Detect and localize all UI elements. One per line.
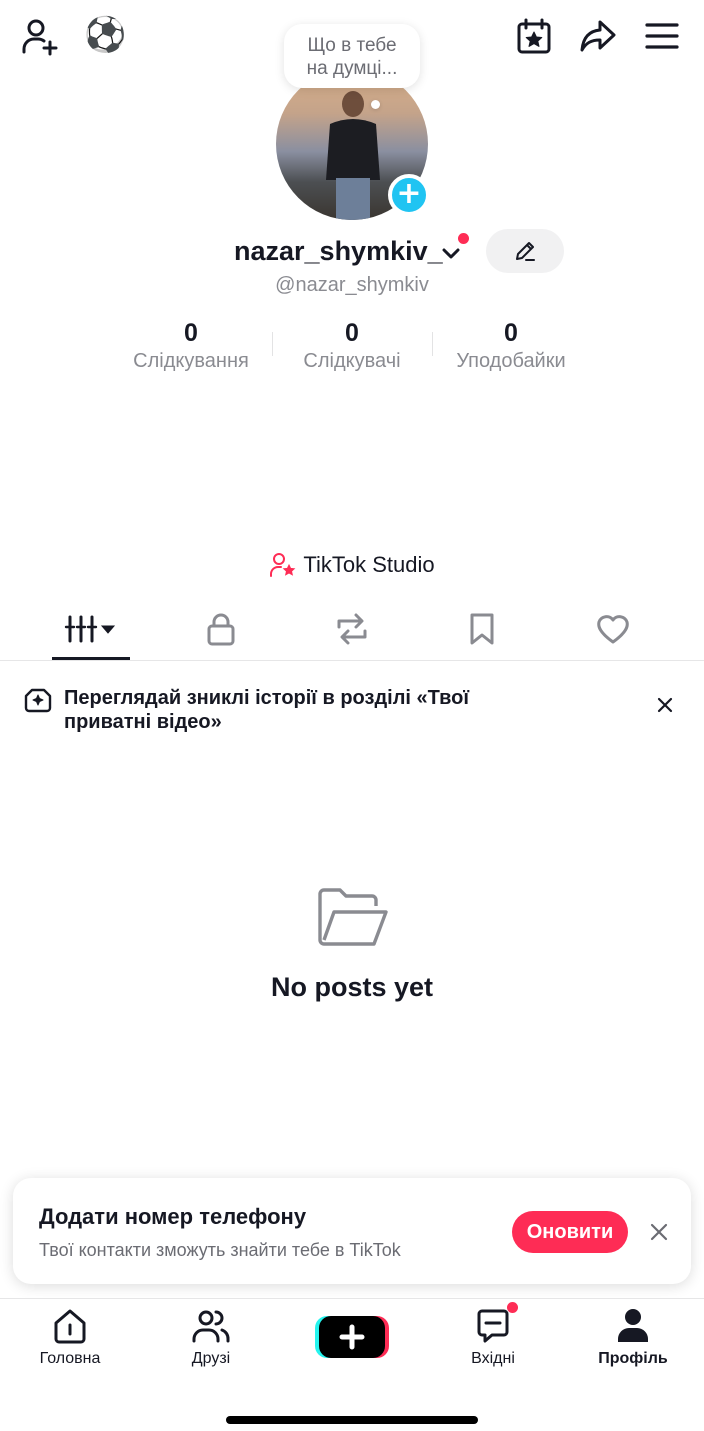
bookmark-icon	[470, 613, 494, 645]
add-phone-title: Додати номер телефону	[39, 1204, 307, 1229]
stat-likes-label: Уподобайки	[456, 350, 566, 372]
thought-bubble-line-1: Що в тебе	[307, 35, 397, 56]
close-icon	[657, 697, 673, 713]
hamburger-menu-icon	[645, 23, 679, 49]
share-arrow-icon	[580, 20, 616, 52]
username: nazar_shymkiv_	[234, 236, 443, 266]
private-stories-notice[interactable]: Переглядай зниклі історії в розділі «Тво…	[64, 686, 504, 734]
share-button[interactable]	[576, 14, 620, 58]
username-row[interactable]: nazar_shymkiv_	[0, 232, 704, 272]
add-story-button[interactable]: +	[388, 174, 430, 216]
pencil-icon	[516, 242, 535, 261]
chevron-down-icon	[442, 248, 460, 259]
nav-home-label: Головна	[39, 1350, 101, 1367]
stat-following-count: 0	[184, 319, 198, 347]
tab-videos[interactable]	[52, 604, 132, 654]
thought-bubble-line-2: на думці...	[306, 58, 398, 79]
add-phone-subtitle: Твої контакти зможуть знайти тебе в TikT…	[39, 1240, 401, 1260]
notice-close-button[interactable]	[650, 690, 680, 720]
nav-friends-label: Друзі	[191, 1350, 231, 1367]
inbox-icon	[477, 1309, 509, 1343]
home-icon	[54, 1309, 86, 1344]
person-plus-icon	[22, 19, 58, 56]
edit-profile-button[interactable]	[486, 229, 564, 273]
close-icon	[650, 1223, 668, 1241]
heart-icon	[597, 615, 629, 644]
nav-friends[interactable]: Друзі	[161, 1306, 261, 1372]
inbox-notification-dot	[507, 1302, 518, 1313]
repost-icon	[337, 613, 367, 645]
nav-profile[interactable]: Профіль	[583, 1306, 683, 1372]
divider	[0, 660, 704, 661]
tiktok-studio-link[interactable]: TikTok Studio	[0, 548, 704, 582]
calendar-button[interactable]	[512, 14, 556, 58]
soccer-ball-emoji[interactable]: ⚽	[84, 14, 126, 56]
grid-bars-icon	[64, 615, 116, 643]
friends-icon	[192, 1310, 230, 1343]
nav-profile-label: Профіль	[598, 1350, 668, 1367]
nav-inbox[interactable]: Вхідні	[443, 1306, 543, 1372]
create-button[interactable]	[315, 1314, 389, 1360]
notification-dot	[458, 233, 469, 244]
story-sparkle-icon	[24, 688, 52, 713]
tab-saved[interactable]	[442, 604, 522, 654]
studio-person-star-icon	[270, 553, 296, 577]
home-indicator	[226, 1416, 478, 1424]
user-handle: @nazar_shymkiv	[275, 274, 429, 296]
empty-state-message: No posts yet	[270, 972, 434, 1002]
tiktok-studio-label: TikTok Studio	[303, 552, 435, 577]
person-photo	[326, 91, 380, 220]
update-button[interactable]: Оновити	[512, 1211, 628, 1253]
add-phone-card: Додати номер телефону Твої контакти змож…	[13, 1178, 691, 1284]
profile-icon	[618, 1309, 648, 1342]
thought-bubble[interactable]: Що в тебе на думці...	[284, 24, 420, 88]
tab-liked[interactable]	[573, 604, 653, 654]
stat-following-label: Слідкування	[133, 350, 249, 372]
stat-followers[interactable]: 0 Слідкувачі	[272, 318, 432, 374]
stat-followers-label: Слідкувачі	[303, 350, 401, 372]
stat-likes-count: 0	[504, 319, 518, 347]
tab-private[interactable]	[181, 604, 261, 654]
calendar-star-icon	[517, 18, 551, 54]
create-plus-icon	[315, 1316, 389, 1358]
tab-reposts[interactable]	[312, 604, 392, 654]
thought-bubble-tail	[371, 100, 380, 109]
nav-home[interactable]: Головна	[20, 1306, 120, 1372]
stat-followers-count: 0	[345, 319, 359, 347]
folder-icon	[318, 888, 388, 946]
bottom-nav-divider	[0, 1298, 704, 1299]
add-phone-close-button[interactable]	[645, 1218, 673, 1246]
menu-button[interactable]	[640, 14, 684, 58]
stat-likes[interactable]: 0 Уподобайки	[431, 318, 591, 374]
lock-icon	[207, 613, 235, 646]
stat-following[interactable]: 0 Слідкування	[111, 318, 271, 374]
add-friend-button[interactable]	[18, 14, 62, 58]
nav-inbox-label: Вхідні	[471, 1350, 515, 1367]
